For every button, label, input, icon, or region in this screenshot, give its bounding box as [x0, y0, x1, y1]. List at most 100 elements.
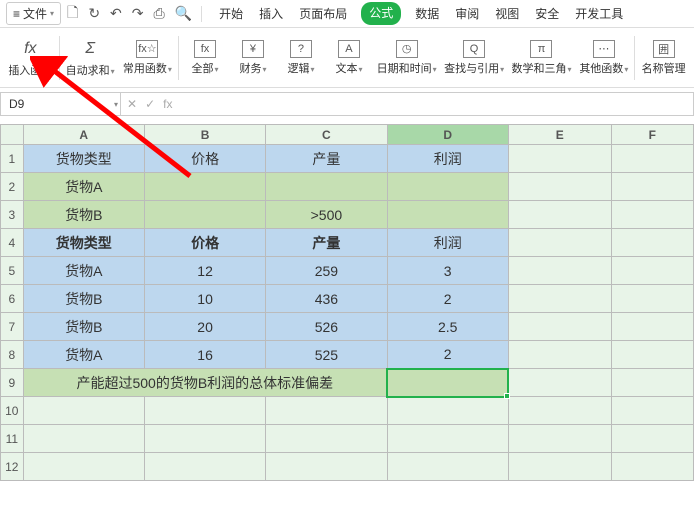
cell-f2[interactable] [611, 173, 693, 201]
tab-start[interactable]: 开始 [217, 2, 245, 25]
col-header-b[interactable]: B [144, 125, 265, 145]
row-header-11[interactable]: 11 [1, 425, 24, 453]
cell-f11[interactable] [611, 425, 693, 453]
cell-e9[interactable] [508, 369, 611, 397]
cell-d10[interactable] [387, 397, 508, 425]
cell-c11[interactable] [266, 425, 387, 453]
sheet-grid[interactable]: A B C D E F 1 货物类型 价格 产量 利润 2 货物A 3 货物B … [0, 124, 694, 481]
name-manager-button[interactable]: 囲 名称管理 [637, 32, 690, 84]
cell-a2[interactable]: 货物A [23, 173, 144, 201]
cell-c1[interactable]: 产量 [266, 145, 387, 173]
cell-f7[interactable] [611, 313, 693, 341]
refresh-icon[interactable]: ↻ [84, 3, 104, 24]
undo-icon[interactable]: ↶ [106, 3, 126, 24]
cell-f9[interactable] [611, 369, 693, 397]
cell-f1[interactable] [611, 145, 693, 173]
cell-f12[interactable] [611, 453, 693, 481]
row-header-4[interactable]: 4 [1, 229, 24, 257]
col-header-a[interactable]: A [23, 125, 144, 145]
cell-b3[interactable] [144, 201, 265, 229]
tab-insert[interactable]: 插入 [257, 2, 285, 25]
cell-a1[interactable]: 货物类型 [23, 145, 144, 173]
cell-f5[interactable] [611, 257, 693, 285]
cell-d12[interactable] [387, 453, 508, 481]
cell-a8[interactable]: 货物A [23, 341, 144, 369]
name-box[interactable]: D9 ▾ [1, 93, 121, 115]
cell-e2[interactable] [508, 173, 611, 201]
row-header-1[interactable]: 1 [1, 145, 24, 173]
cell-a4[interactable]: 货物类型 [23, 229, 144, 257]
row-header-9[interactable]: 9 [1, 369, 24, 397]
common-fn-button[interactable]: fx☆ 常用函数▾ [119, 32, 176, 84]
cell-e1[interactable] [508, 145, 611, 173]
row-header-5[interactable]: 5 [1, 257, 24, 285]
tab-review[interactable]: 审阅 [453, 2, 481, 25]
cell-c12[interactable] [266, 453, 387, 481]
cell-c7[interactable]: 526 [266, 313, 387, 341]
text-fn-button[interactable]: A 文本▾ [325, 32, 373, 84]
autosum-button[interactable]: Σ 自动求和▾ [62, 32, 119, 84]
cell-e6[interactable] [508, 285, 611, 313]
other-fn-button[interactable]: ⋯ 其他函数▾ [575, 32, 632, 84]
cell-f6[interactable] [611, 285, 693, 313]
cell-f4[interactable] [611, 229, 693, 257]
cell-e4[interactable] [508, 229, 611, 257]
col-header-c[interactable]: C [266, 125, 387, 145]
fill-handle[interactable] [504, 393, 510, 399]
cell-e3[interactable] [508, 201, 611, 229]
cell-e10[interactable] [508, 397, 611, 425]
cell-a7[interactable]: 货物B [23, 313, 144, 341]
row-header-2[interactable]: 2 [1, 173, 24, 201]
cell-c4[interactable]: 产量 [266, 229, 387, 257]
row-header-10[interactable]: 10 [1, 397, 24, 425]
col-header-e[interactable]: E [508, 125, 611, 145]
tab-formula[interactable]: 公式 [361, 2, 401, 25]
datetime-button[interactable]: ◷ 日期和时间▾ [373, 32, 440, 84]
tab-security[interactable]: 安全 [533, 2, 561, 25]
financial-button[interactable]: ¥ 财务▾ [229, 32, 277, 84]
cell-d11[interactable] [387, 425, 508, 453]
tab-view[interactable]: 视图 [493, 2, 521, 25]
cell-e5[interactable] [508, 257, 611, 285]
cell-b4[interactable]: 价格 [144, 229, 265, 257]
cell-c6[interactable]: 436 [266, 285, 387, 313]
tab-data[interactable]: 数据 [413, 2, 441, 25]
cell-d4[interactable]: 利润 [387, 229, 508, 257]
cell-d3[interactable] [387, 201, 508, 229]
cell-f10[interactable] [611, 397, 693, 425]
accept-icon[interactable]: ✓ [145, 97, 155, 111]
cell-b11[interactable] [144, 425, 265, 453]
cell-d6[interactable]: 2 [387, 285, 508, 313]
cell-b2[interactable] [144, 173, 265, 201]
cell-a11[interactable] [23, 425, 144, 453]
col-header-d[interactable]: D [387, 125, 508, 145]
cell-e7[interactable] [508, 313, 611, 341]
cell-d9-active[interactable] [387, 369, 508, 397]
cell-a3[interactable]: 货物B [23, 201, 144, 229]
cell-f8[interactable] [611, 341, 693, 369]
cancel-icon[interactable]: ✕ [127, 97, 137, 111]
print-icon[interactable]: ⎙ [150, 3, 169, 24]
cell-b6[interactable]: 10 [144, 285, 265, 313]
cell-e8[interactable] [508, 341, 611, 369]
cell-d2[interactable] [387, 173, 508, 201]
fx-icon[interactable]: fx [163, 97, 172, 111]
cell-b8[interactable]: 16 [144, 341, 265, 369]
col-header-f[interactable]: F [611, 125, 693, 145]
math-button[interactable]: π 数学和三角▾ [508, 32, 575, 84]
lookup-button[interactable]: Q 查找与引用▾ [440, 32, 507, 84]
redo-icon[interactable]: ↷ [128, 3, 148, 24]
cell-b1[interactable]: 价格 [144, 145, 265, 173]
tab-dev[interactable]: 开发工具 [573, 2, 625, 25]
row-header-3[interactable]: 3 [1, 201, 24, 229]
insert-function-button[interactable]: fx 插入函数 [4, 32, 57, 84]
cell-c2[interactable] [266, 173, 387, 201]
save-icon[interactable]: 🗋 [63, 0, 82, 28]
cell-e12[interactable] [508, 453, 611, 481]
chevron-down-icon[interactable]: ▾ [114, 100, 118, 109]
cell-b10[interactable] [144, 397, 265, 425]
cell-a10[interactable] [23, 397, 144, 425]
cell-c10[interactable] [266, 397, 387, 425]
cell-c8[interactable]: 525 [266, 341, 387, 369]
cell-d8[interactable]: 2 [387, 341, 508, 369]
